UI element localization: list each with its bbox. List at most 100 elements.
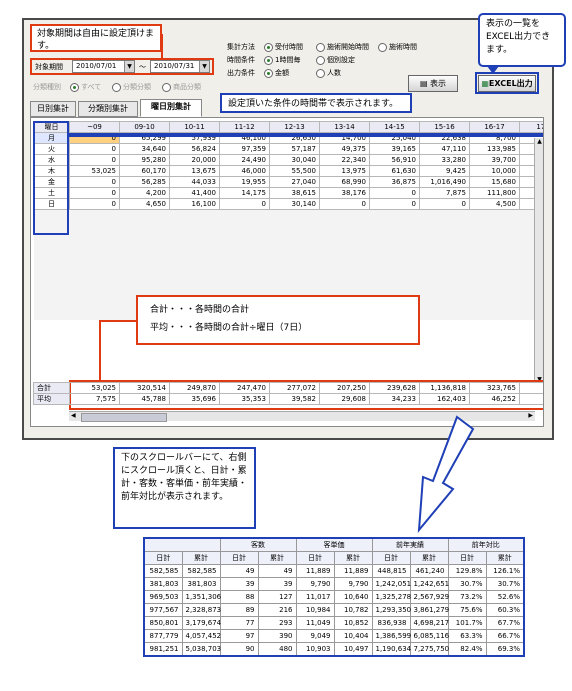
- output-label: 出力条件: [227, 69, 255, 77]
- value-cell: 49,375: [319, 143, 370, 155]
- arrow-down-icon: [417, 415, 475, 534]
- radio-icon: [264, 68, 273, 78]
- table-row: 582,585 582,585 49 49 11,889 11,889 448,815 461…: [143, 564, 525, 578]
- sum-callout-connector-v: [99, 320, 101, 380]
- value-cell: 0: [219, 198, 270, 210]
- tab-category[interactable]: 分類別集計: [78, 101, 138, 117]
- output-option-count[interactable]: 人数: [316, 68, 341, 78]
- table-row: 981,251 5,038,703 90 480 10,903 10,497 1,190,6…: [143, 642, 525, 657]
- value-cell: 30,140: [269, 198, 320, 210]
- value-cell: 60,170: [119, 165, 170, 177]
- period-callout: 対象期間は自由に設定頂けます。: [30, 24, 162, 52]
- class-option-category[interactable]: 分類分類: [112, 82, 151, 92]
- footer-value: 320,514: [119, 382, 170, 394]
- date-from-select[interactable]: 2010/07/01 ▼: [72, 60, 135, 73]
- value-cell: 97,359: [219, 143, 270, 155]
- date-to-select[interactable]: 2010/07/31 ▼: [150, 60, 210, 73]
- value-cell: 7,875: [419, 187, 470, 199]
- result-cell: 127: [257, 590, 297, 604]
- value-cell: 10,000: [469, 165, 520, 177]
- output-option-amount[interactable]: 金額: [264, 68, 289, 78]
- scroll-thumb[interactable]: [81, 413, 167, 422]
- result-cell: 10,852: [333, 616, 373, 630]
- result-cell: 10,782: [333, 603, 373, 617]
- value-cell: 0: [69, 176, 120, 188]
- radio-icon: [70, 82, 79, 92]
- value-cell: 1,016,490: [419, 176, 470, 188]
- scroll-callout: 下のスクロールバーにて、右側にスクロール頂くと、日計・累計・客数・客単価・前年実…: [113, 447, 256, 529]
- class-option-all[interactable]: すべて: [70, 82, 101, 92]
- vertical-scrollbar[interactable]: ▲ ▼: [534, 138, 543, 383]
- method-option-duration[interactable]: 施術時間: [378, 42, 417, 52]
- radio-icon: [264, 55, 273, 65]
- radio-icon: [112, 82, 121, 92]
- period-callout-text: 対象期間は自由に設定頂けます。: [37, 29, 155, 51]
- result-column-header: 日計: [143, 551, 183, 565]
- table-row: 977,567 2,328,873 89 216 10,984 10,782 1,293,3…: [143, 603, 525, 617]
- period-callout-connector: [161, 34, 163, 58]
- radio-icon: [316, 42, 325, 52]
- group-header: 客単価: [295, 537, 373, 552]
- value-cell: 0: [369, 198, 420, 210]
- value-cell: 16,100: [169, 198, 220, 210]
- class-label: 分類種別: [33, 83, 61, 91]
- result-cell: 1,351,306: [181, 590, 221, 604]
- scroll-up-icon[interactable]: ▲: [535, 138, 543, 145]
- result-cell: 30.7%: [485, 577, 525, 591]
- tab-weekday[interactable]: 曜日別集計: [140, 99, 202, 117]
- display-icon: ▤: [419, 79, 428, 88]
- value-cell: 13,675: [169, 165, 220, 177]
- radio-icon: [378, 42, 387, 52]
- table-row: 969,503 1,351,306 88 127 11,017 10,640 1,325,2…: [143, 590, 525, 604]
- time-option-custom[interactable]: 個別設定: [316, 55, 355, 65]
- result-cell: 49: [257, 564, 297, 578]
- avg-line: 平均・・・各時間の合計÷曜日（7日）: [150, 323, 308, 333]
- chevron-down-icon: ▼: [124, 61, 134, 72]
- footer-value: 239,628: [369, 382, 420, 394]
- tab-daily[interactable]: 日別集計: [30, 101, 76, 117]
- date-to-value: 2010/07/31: [154, 62, 195, 70]
- result-cell: 11,889: [333, 564, 373, 578]
- table-row: 877,779 4,057,452 97 390 9,049 10,404 1,386,59…: [143, 629, 525, 643]
- value-cell: 9,425: [419, 165, 470, 177]
- result-column-header: 日計: [447, 551, 487, 565]
- result-cell: 4,698,217: [409, 616, 449, 630]
- result-cell: 10,497: [333, 642, 373, 657]
- footer-value: 162,403: [419, 393, 470, 405]
- footer-value: 247,470: [219, 382, 270, 394]
- time-column-header: 09-10: [119, 121, 170, 133]
- footer-row: 平均 7,575 45,788 35,696 35,353 39,582 29,608 34,…: [33, 393, 543, 405]
- display-button[interactable]: ▤ 表示: [408, 75, 458, 92]
- result-cell: 9,049: [295, 629, 335, 643]
- result-cell: 836,938: [371, 616, 411, 630]
- table-row: 850,801 3,179,674 77 293 11,049 10,852 836,938…: [143, 616, 525, 630]
- time-option-hourly[interactable]: 1時間毎: [264, 55, 300, 65]
- footer-value: 277,072: [269, 382, 320, 394]
- result-cell: 10,640: [333, 590, 373, 604]
- result-cell: 2,328,873: [181, 603, 221, 617]
- value-cell: 46,000: [219, 165, 270, 177]
- scroll-left-icon[interactable]: ◀: [71, 412, 76, 419]
- class-option-product[interactable]: 商品分類: [162, 82, 201, 92]
- table-row: 土 0 4,200 41,400 14,175 38,615 38,176 0 7,875 111…: [33, 187, 543, 199]
- result-cell: 97: [219, 629, 259, 643]
- weekday-column-highlight: [33, 121, 69, 235]
- grid-panel: 曜日 ~09 09-10 10-11 11-12 12-13 13-14 14-15 15-16…: [30, 117, 544, 427]
- footer-value: 39,582: [269, 393, 320, 405]
- value-cell: 56,910: [369, 154, 420, 166]
- excel-button[interactable]: ▦EXCEL出力: [478, 75, 536, 92]
- value-cell: 34,640: [119, 143, 170, 155]
- result-cell: 126.1%: [485, 564, 525, 578]
- value-cell: 111,800: [469, 187, 520, 199]
- time-column-header: 15-16: [419, 121, 470, 133]
- footer-value: 35,353: [219, 393, 270, 405]
- method-option-reception[interactable]: 受付時間: [264, 42, 303, 52]
- value-cell: 19,955: [219, 176, 270, 188]
- condition-callout: 設定頂いた条件の時間帯で表示されます。: [220, 93, 412, 113]
- footer-grid: 合計 53,025 320,514 249,870 247,470 277,072 207,…: [33, 382, 543, 405]
- method-option-start[interactable]: 施術開始時間: [316, 42, 369, 52]
- value-cell: 0: [69, 154, 120, 166]
- footer-value: 7,575: [69, 393, 120, 405]
- scroll-right-icon[interactable]: ▶: [528, 412, 533, 419]
- result-cell: 2,567,929: [409, 590, 449, 604]
